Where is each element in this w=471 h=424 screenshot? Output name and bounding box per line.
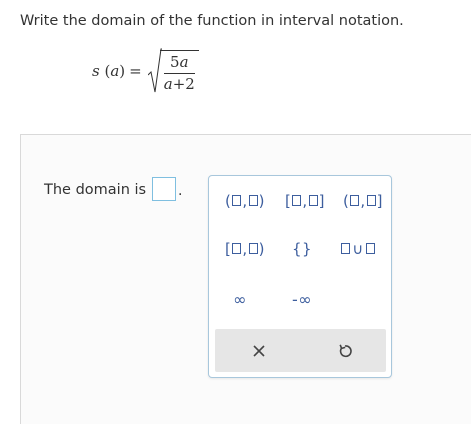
negative-infinity-button[interactable]: -∞	[279, 288, 325, 310]
union-button[interactable]: ∪	[335, 238, 381, 260]
empty-set-button[interactable]: {}	[287, 238, 317, 260]
numerator-variable: a	[179, 52, 189, 71]
function-formula: s (a) = 5a a+2	[92, 48, 199, 94]
function-name: s	[92, 62, 100, 80]
half-open-left-closed-button[interactable]: [,)	[219, 238, 271, 260]
infinity-button[interactable]: ∞	[225, 288, 255, 310]
answer-period: .	[178, 183, 183, 199]
undo-button[interactable]	[315, 329, 375, 372]
fraction-denominator: a+2	[164, 74, 195, 93]
denominator-constant: +2	[172, 74, 195, 93]
equals-sign: =	[129, 62, 142, 80]
formula-lhs: s (a)	[92, 62, 126, 80]
close-icon	[253, 344, 265, 357]
clear-button[interactable]	[229, 329, 289, 372]
denominator-variable: a	[163, 74, 173, 93]
undo-icon	[339, 344, 352, 357]
half-open-right-closed-button[interactable]: (,]	[337, 190, 389, 212]
domain-label: The domain is	[44, 182, 147, 198]
numerator-coefficient: 5	[170, 52, 180, 71]
fraction: 5a a+2	[159, 49, 199, 93]
palette-footer	[215, 329, 386, 372]
question-text: Write the domain of the function in inte…	[20, 13, 404, 29]
math-palette: (,) [,] (,] [,) {} ∪ ∞ -∞	[208, 175, 392, 378]
union-symbol: ∪	[352, 240, 364, 258]
fraction-numerator: 5a	[163, 52, 195, 74]
open-interval-button[interactable]: (,)	[219, 190, 271, 212]
function-variable: a	[110, 62, 120, 80]
answer-input[interactable]	[152, 177, 176, 201]
closed-interval-button[interactable]: [,]	[279, 190, 331, 212]
square-root: 5a a+2	[147, 48, 199, 94]
